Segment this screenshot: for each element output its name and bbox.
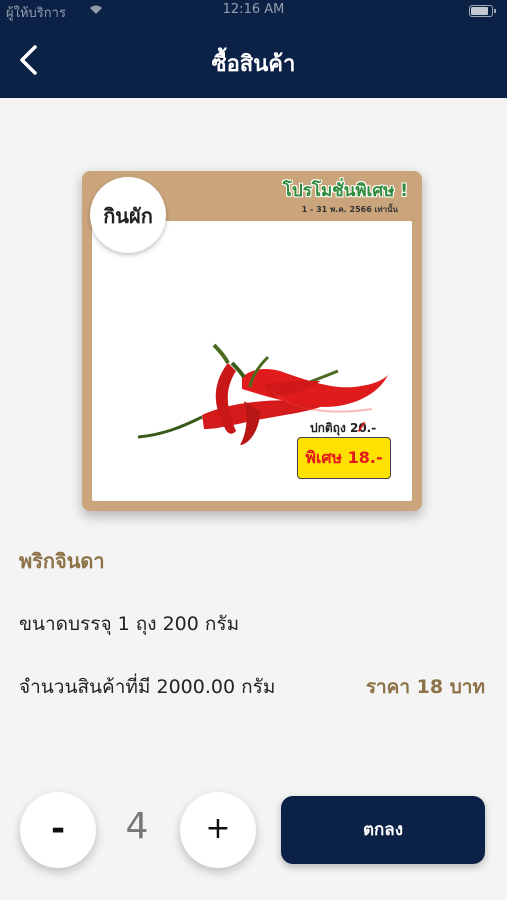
promo-date: 1 - 31 พ.ค. 2566 เท่านั้น bbox=[301, 205, 398, 214]
status-bar: ผู้ให้บริการ 12:16 AM bbox=[0, 0, 507, 22]
nav-bar: ซื้อสินค้า bbox=[0, 22, 507, 98]
battery-icon bbox=[469, 5, 496, 17]
special-price-badge: พิเศษ 18.- bbox=[297, 437, 391, 479]
confirm-button[interactable]: ตกลง bbox=[281, 796, 485, 864]
page-title: ซื้อสินค้า bbox=[211, 52, 296, 77]
decrease-quantity-button[interactable]: - bbox=[20, 792, 96, 868]
pack-size: ขนาดบรรจุ 1 ถุง 200 กรัม bbox=[19, 613, 240, 635]
promo-title: โปรโมชั่นพิเศษ ! bbox=[282, 181, 408, 201]
chevron-left-icon bbox=[20, 45, 37, 75]
product-name: พริกจินดา bbox=[19, 549, 105, 573]
status-time: 12:16 AM bbox=[222, 2, 285, 17]
quantity-value: 4 bbox=[125, 806, 149, 847]
stock-quantity: จำนวนสินค้าที่มี 2000.00 กรัม bbox=[19, 676, 276, 698]
increase-quantity-button[interactable]: + bbox=[180, 792, 256, 868]
back-button[interactable] bbox=[10, 38, 50, 82]
product-image: กินผัก โปรโมชั่นพิเศษ ! 1 - 31 พ.ค. 2566… bbox=[82, 171, 422, 511]
battery-level bbox=[471, 7, 489, 15]
product-price: ราคา 18 บาท bbox=[365, 676, 485, 698]
brand-name: กินผัก bbox=[103, 204, 153, 228]
brand-logo: กินผัก bbox=[90, 177, 166, 253]
